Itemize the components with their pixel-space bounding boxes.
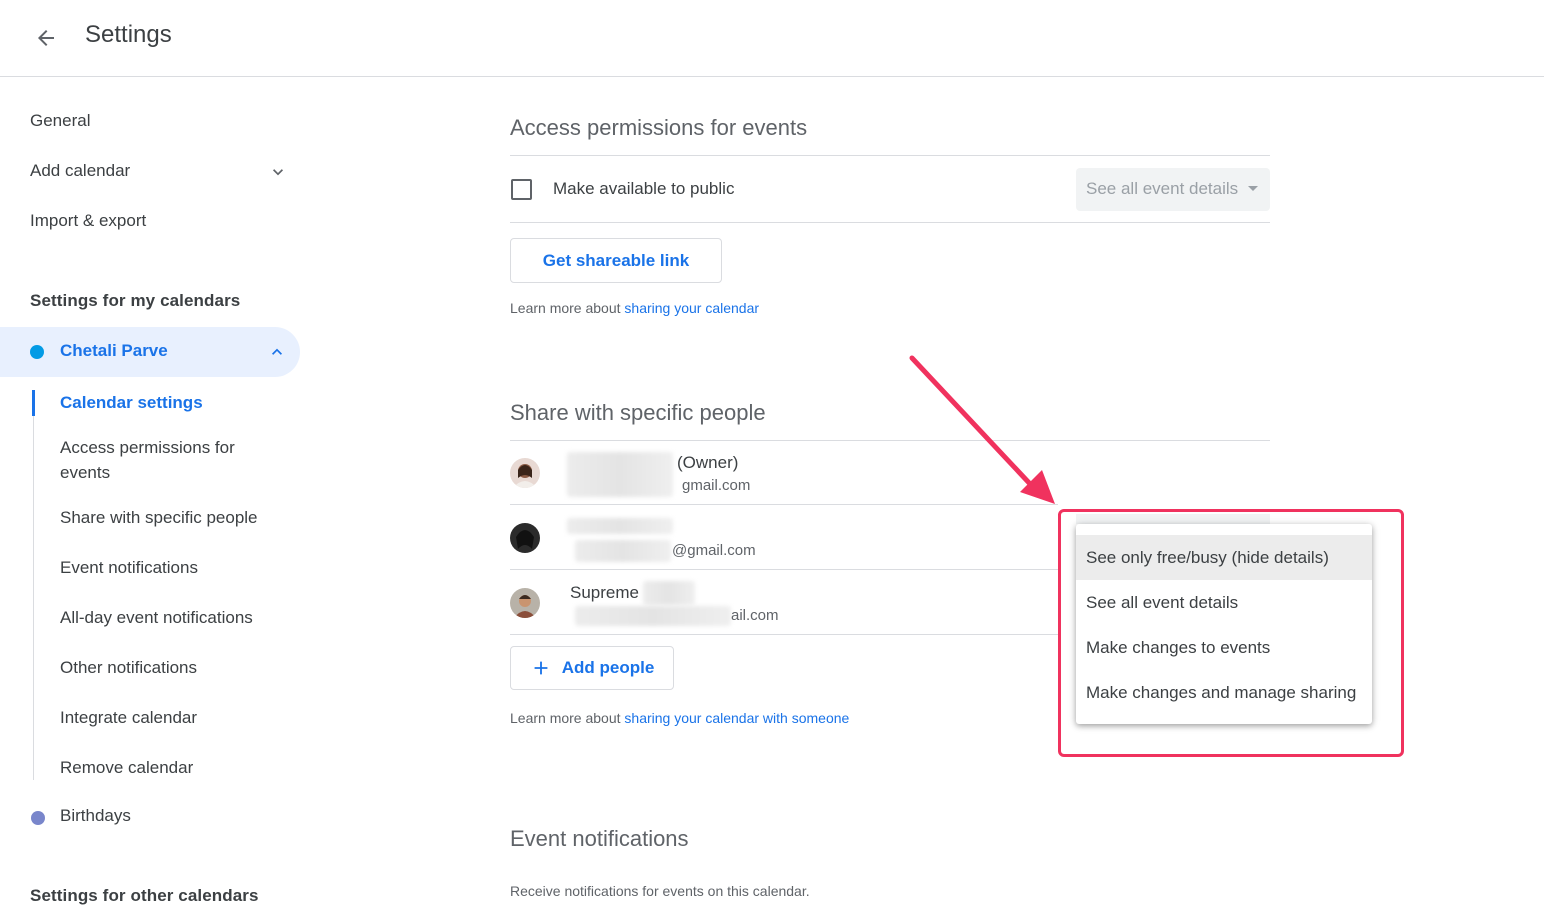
caret-down-icon: [1248, 186, 1258, 191]
make-public-checkbox[interactable]: [511, 179, 532, 200]
nav-general[interactable]: General: [30, 111, 90, 131]
subnav-remove-calendar[interactable]: Remove calendar: [60, 755, 280, 780]
public-access-select: See all event details: [1076, 168, 1270, 211]
divider: [510, 155, 1270, 156]
settings-sidebar: General Add calendar Import & export Set…: [0, 78, 310, 923]
share-specific-title: Share with specific people: [510, 400, 766, 425]
redacted-name: [567, 452, 673, 497]
sharing-calendar-link[interactable]: sharing your calendar: [624, 300, 759, 316]
make-public-label: Make available to public: [553, 179, 735, 198]
divider: [510, 222, 1270, 223]
avatar: [510, 523, 540, 553]
add-people-label: Add people: [561, 658, 655, 677]
person-email: gmail.com: [682, 477, 751, 494]
avatar: [510, 588, 540, 618]
calendar-name: Chetali Parve: [60, 341, 168, 360]
public-access-select-value: See all event details: [1086, 179, 1239, 198]
help-prefix: Learn more about: [510, 300, 625, 316]
back-button[interactable]: [26, 18, 66, 58]
subnav-share-specific-people[interactable]: Share with specific people: [60, 505, 280, 530]
divider: [510, 440, 1270, 441]
chevron-up-icon[interactable]: [267, 342, 287, 362]
person-name: Supreme: [570, 583, 639, 602]
plus-icon: [534, 661, 548, 675]
help-prefix: Learn more about: [510, 710, 625, 726]
subnav-access-permissions[interactable]: Access permissions for events: [60, 435, 280, 485]
redacted-email: [575, 540, 671, 562]
subnav-all-day-notifications[interactable]: All-day event notifications: [60, 605, 280, 630]
arrow-back-icon: [38, 30, 54, 46]
annotation-highlight-box: [1058, 509, 1404, 757]
my-calendars-heading: Settings for my calendars: [30, 291, 241, 310]
sharing-with-someone-link[interactable]: sharing your calendar with someone: [624, 710, 849, 726]
redacted-name: [567, 518, 673, 534]
birthdays-color-dot: [31, 811, 45, 825]
event-notifications-title: Event notifications: [510, 826, 689, 851]
chevron-down-icon[interactable]: [268, 162, 288, 182]
get-shareable-link-button[interactable]: Get shareable link: [510, 238, 722, 283]
redacted-name: [643, 581, 695, 605]
event-notifications-description: Receive notifications for events on this…: [510, 883, 810, 899]
avatar: [510, 458, 540, 488]
divider: [510, 504, 1058, 505]
nav-import-export[interactable]: Import & export: [30, 211, 146, 231]
top-bar: Settings: [0, 0, 1544, 77]
access-permissions-title: Access permissions for events: [510, 115, 808, 140]
add-people-button[interactable]: Add people: [510, 646, 674, 690]
redacted-email: [575, 606, 731, 626]
divider: [510, 634, 1058, 635]
calendar-item-birthdays[interactable]: Birthdays: [60, 806, 131, 826]
calendar-item-chetali-parve[interactable]: Chetali Parve: [0, 327, 300, 377]
calendar-color-dot: [30, 345, 44, 359]
person-email: @gmail.com: [672, 542, 756, 559]
subnav-event-notifications[interactable]: Event notifications: [60, 555, 280, 580]
access-help-text: Learn more about sharing your calendar: [510, 300, 759, 316]
person-owner-tag: (Owner): [677, 453, 739, 472]
share-help-text: Learn more about sharing your calendar w…: [510, 710, 849, 726]
person-email: ail.com: [731, 607, 779, 624]
subnav-active-indicator: [32, 390, 35, 416]
subnav-calendar-settings[interactable]: Calendar settings: [60, 390, 280, 415]
page-title: Settings: [85, 21, 172, 48]
subnav-integrate-calendar[interactable]: Integrate calendar: [60, 705, 280, 730]
nav-add-calendar[interactable]: Add calendar: [30, 161, 130, 181]
other-calendars-heading: Settings for other calendars: [30, 886, 259, 905]
divider: [510, 569, 1058, 570]
subnav-rail: [33, 390, 34, 780]
subnav-other-notifications[interactable]: Other notifications: [60, 655, 280, 680]
